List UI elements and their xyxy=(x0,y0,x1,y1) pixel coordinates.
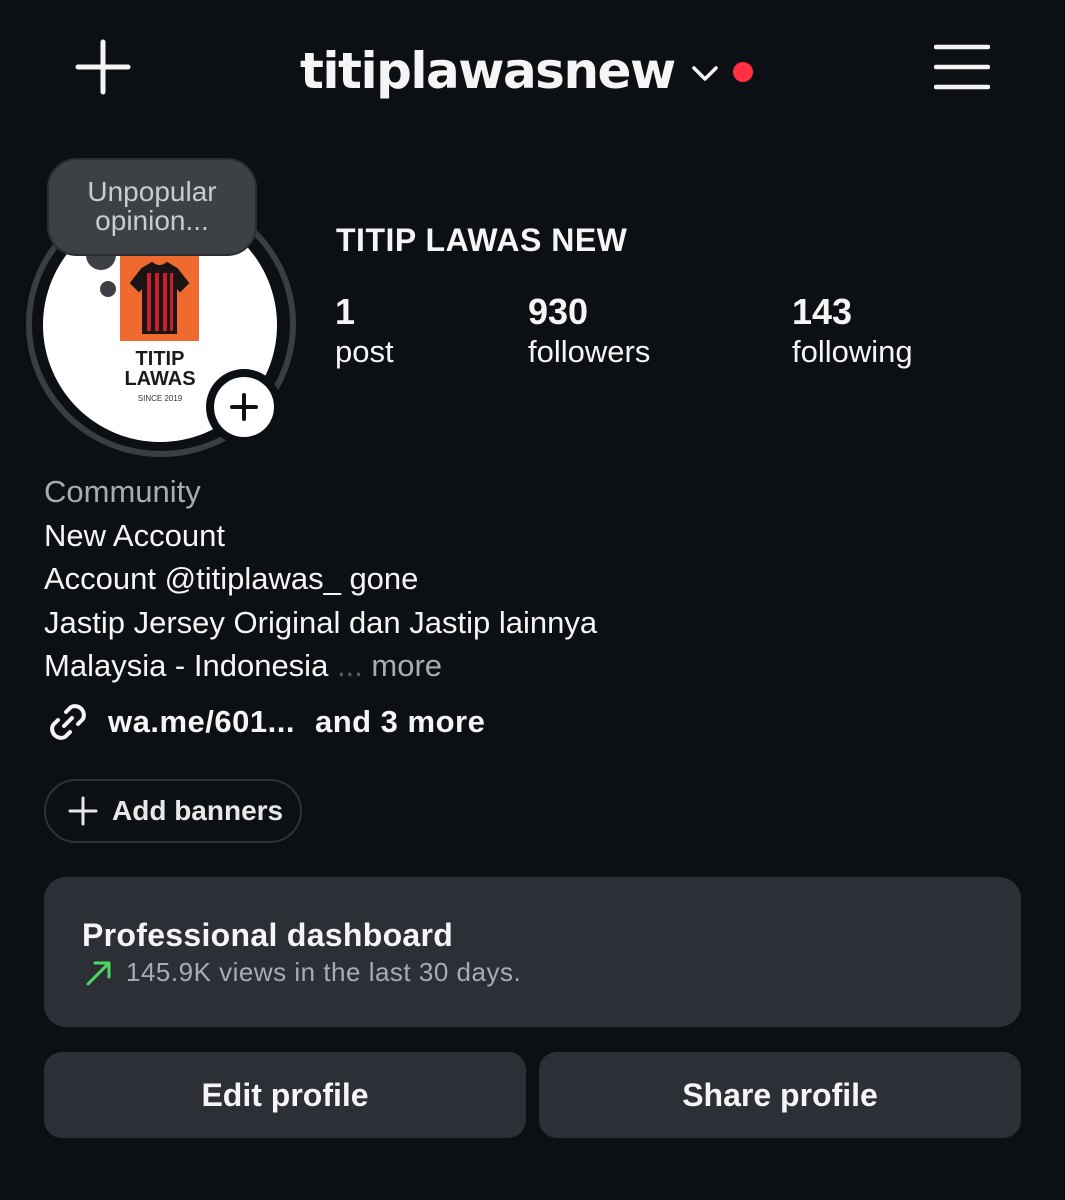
stat-following-label: following xyxy=(792,334,913,369)
dashboard-title: Professional dashboard xyxy=(82,917,454,953)
stat-following[interactable]: 143 following xyxy=(792,292,913,372)
stat-followers[interactable]: 930 followers xyxy=(528,292,650,372)
bio-line: Malaysia - Indonesia xyxy=(44,648,329,683)
plus-icon xyxy=(68,796,98,826)
account-switcher[interactable]: titiplawasnew xyxy=(300,36,753,106)
bio-line: Account @titiplawas_ gone xyxy=(44,561,419,596)
bio-links[interactable]: wa.me/601... and 3 more xyxy=(44,698,485,746)
share-profile-button[interactable]: Share profile xyxy=(539,1052,1021,1138)
bio: Community New Account Account @titiplawa… xyxy=(44,470,597,688)
menu-icon[interactable] xyxy=(934,44,990,90)
top-bar: titiplawasnew xyxy=(0,0,1065,140)
plus-icon xyxy=(230,393,258,421)
stat-posts-label: post xyxy=(335,334,394,369)
dashboard-views-text: 145.9K views in the last 30 days. xyxy=(126,957,522,987)
add-story-inner xyxy=(214,377,274,437)
notification-dot xyxy=(732,62,753,82)
logo-jersey xyxy=(120,255,199,341)
stat-followers-count: 930 xyxy=(528,291,589,332)
display-name: TITIP LAWAS NEW xyxy=(336,222,628,258)
add-banners-label: Add banners xyxy=(112,795,284,826)
plus-icon[interactable] xyxy=(74,38,132,96)
stat-following-count: 143 xyxy=(792,291,853,332)
professional-dashboard-card[interactable]: Professional dashboard 145.9K views in t… xyxy=(44,877,1021,1027)
bio-line-last: Malaysia - Indonesia ... more xyxy=(44,644,597,688)
logo-text-titip: TITIP xyxy=(135,348,185,370)
add-story-button[interactable] xyxy=(206,369,282,445)
note-bubble[interactable]: Unpopular opinion... xyxy=(47,158,257,256)
link-primary[interactable]: wa.me/601... xyxy=(108,704,295,740)
note-bubble-tail-small xyxy=(100,281,116,297)
bio-line: Jastip Jersey Original dan Jastip lainny… xyxy=(44,604,598,640)
dashboard-subtitle: 145.9K views in the last 30 days. xyxy=(84,957,521,988)
bio-more-link[interactable]: more xyxy=(371,648,442,683)
trend-up-icon xyxy=(86,961,111,985)
jersey-icon xyxy=(129,261,190,334)
link-icon xyxy=(50,704,86,740)
stat-posts[interactable]: 1 post xyxy=(335,292,394,372)
edit-profile-button[interactable]: Edit profile xyxy=(44,1052,526,1138)
bio-ellipsis: ... xyxy=(328,648,372,683)
stat-posts-count: 1 xyxy=(335,291,356,332)
username-title[interactable]: titiplawasnew xyxy=(300,42,676,100)
bio-category: Community xyxy=(44,474,201,509)
stat-followers-label: followers xyxy=(528,334,651,369)
bio-line: New Account xyxy=(44,517,225,553)
link-more[interactable]: and 3 more xyxy=(315,704,485,740)
chevron-down-icon[interactable] xyxy=(689,58,721,90)
add-banners-button[interactable]: Add banners xyxy=(44,779,302,843)
